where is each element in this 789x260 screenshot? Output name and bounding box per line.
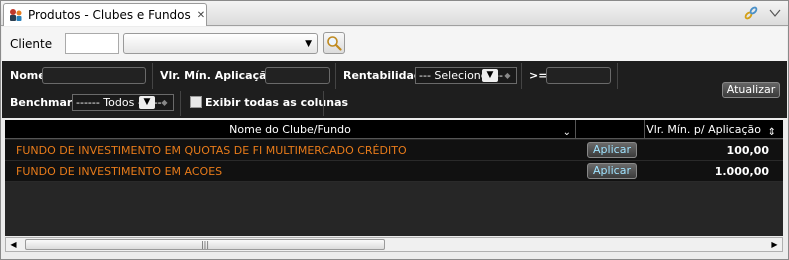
exibir-colunas-label: Exibir todas as colunas <box>205 96 349 109</box>
min-value: 100,00 <box>726 144 769 157</box>
benchmark-select[interactable]: ------ Todos ------ ▼ ◆ <box>72 94 174 111</box>
client-code-input[interactable] <box>65 33 119 54</box>
divider <box>335 63 336 89</box>
funds-table: Nome do Clube/Fundo ⌄ Vlr. Mín. p/ Aplic… <box>5 120 783 236</box>
divider <box>521 63 522 89</box>
scroll-right-icon[interactable]: ▶ <box>767 238 782 251</box>
scroll-left-icon[interactable]: ◀ <box>6 238 21 251</box>
divider <box>180 91 181 116</box>
nome-input[interactable] <box>42 67 146 84</box>
close-icon[interactable]: ✕ <box>197 10 205 21</box>
horizontal-scrollbar[interactable]: ◀ ||| ▶ <box>5 237 783 252</box>
client-label: Cliente <box>10 37 53 51</box>
scroll-thumb[interactable]: ||| <box>25 239 385 250</box>
gte-label: >= <box>529 69 548 82</box>
filter-bar: Nome Vlr. Mín. Aplicação < Rentabilidade… <box>2 61 787 118</box>
rentabilidade-select[interactable]: --- Selecione --- ▼ ◆ <box>415 67 517 84</box>
spinner-icon: ◆ <box>504 71 511 80</box>
column-header-name[interactable]: Nome do Clube/Fundo ⌄ <box>5 120 576 139</box>
fund-name: FUNDO DE INVESTIMENTO EM QUOTAS DE FI MU… <box>16 144 407 157</box>
people-icon <box>8 7 24 23</box>
table-row[interactable]: FUNDO DE INVESTIMENTO EM QUOTAS DE FI MU… <box>5 140 783 161</box>
client-select[interactable]: ▼ <box>123 33 318 54</box>
divider <box>323 91 324 116</box>
divider <box>152 63 153 89</box>
products-window: Produtos - Clubes e Fundos ✕ Cliente ▼ N… <box>0 0 789 260</box>
atualizar-button[interactable]: Atualizar <box>722 82 780 98</box>
nome-label: Nome <box>10 69 46 82</box>
column-header-value-label: Vlr. Mín. p/ Aplicação <box>646 123 761 136</box>
client-search-button[interactable] <box>323 32 345 54</box>
chevron-down-icon: ▼ <box>482 69 498 82</box>
chevron-down-icon: ▼ <box>139 96 155 109</box>
tab-bar: Produtos - Clubes e Fundos ✕ <box>1 1 788 26</box>
aplicar-button[interactable]: Aplicar <box>587 163 637 179</box>
table-header: Nome do Clube/Fundo ⌄ Vlr. Mín. p/ Aplic… <box>5 120 783 139</box>
tab-title: Produtos - Clubes e Fundos <box>28 8 191 22</box>
exibir-colunas-checkbox[interactable] <box>190 96 202 108</box>
client-bar: Cliente ▼ <box>2 27 787 61</box>
fund-name: FUNDO DE INVESTIMENTO EM ACOES <box>16 165 223 178</box>
divider <box>617 63 618 89</box>
table-row[interactable]: FUNDO DE INVESTIMENTO EM ACOES Aplicar 1… <box>5 161 783 182</box>
link-icon[interactable] <box>742 4 760 22</box>
column-header-action <box>576 120 645 139</box>
vlr-min-input[interactable] <box>265 67 330 84</box>
gte-input[interactable] <box>546 67 611 84</box>
column-header-name-label: Nome do Clube/Fundo <box>229 123 351 136</box>
spinner-icon: ◆ <box>161 98 168 107</box>
aplicar-button[interactable]: Aplicar <box>587 142 637 158</box>
min-value: 1.000,00 <box>714 165 769 178</box>
column-header-value[interactable]: Vlr. Mín. p/ Aplicação ⇕ <box>645 120 783 139</box>
dropdown-arrow-icon: ▼ <box>305 39 312 49</box>
search-icon <box>327 36 342 51</box>
tab-produtos-clubes-fundos[interactable]: Produtos - Clubes e Fundos ✕ <box>3 3 207 26</box>
chevron-down-icon[interactable] <box>766 4 784 22</box>
